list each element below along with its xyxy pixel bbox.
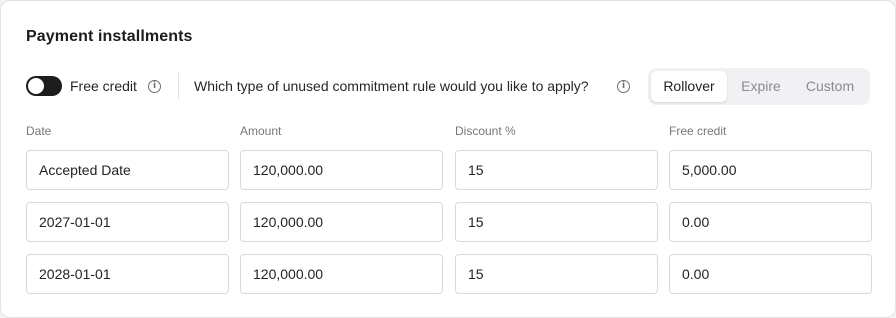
free-credit-field[interactable]: 0.00 bbox=[669, 202, 872, 242]
discount-field[interactable]: 15 bbox=[455, 150, 658, 190]
toggle-knob bbox=[28, 78, 44, 94]
rule-option-rollover[interactable]: Rollover bbox=[651, 71, 727, 102]
payment-installments-card: Payment installments Free credit i Which… bbox=[0, 0, 896, 318]
info-icon[interactable]: i bbox=[148, 80, 161, 93]
date-field[interactable]: Accepted Date bbox=[26, 150, 229, 190]
discount-field[interactable]: 15 bbox=[455, 254, 658, 294]
free-credit-label: Free credit bbox=[70, 78, 137, 94]
rule-option-expire[interactable]: Expire bbox=[729, 71, 793, 102]
rule-option-custom[interactable]: Custom bbox=[795, 71, 865, 102]
commitment-rule-segmented-control: Rollover Expire Custom bbox=[648, 68, 870, 105]
column-header-free-credit: Free credit bbox=[669, 124, 727, 138]
discount-field[interactable]: 15 bbox=[455, 202, 658, 242]
column-header-date: Date bbox=[26, 124, 52, 138]
date-field[interactable]: 2028-01-01 bbox=[26, 254, 229, 294]
amount-field[interactable]: 120,000.00 bbox=[240, 254, 443, 294]
amount-field[interactable]: 120,000.00 bbox=[240, 202, 443, 242]
info-icon[interactable]: i bbox=[617, 80, 630, 93]
free-credit-field[interactable]: 0.00 bbox=[669, 254, 872, 294]
commitment-rule-question: Which type of unused commitment rule wou… bbox=[194, 78, 589, 94]
divider bbox=[178, 73, 179, 99]
free-credit-toggle[interactable] bbox=[26, 76, 62, 96]
date-field[interactable]: 2027-01-01 bbox=[26, 202, 229, 242]
free-credit-field[interactable]: 5,000.00 bbox=[669, 150, 872, 190]
column-header-amount: Amount bbox=[240, 124, 282, 138]
section-title: Payment installments bbox=[26, 28, 193, 45]
column-header-discount: Discount % bbox=[455, 124, 516, 138]
amount-field[interactable]: 120,000.00 bbox=[240, 150, 443, 190]
